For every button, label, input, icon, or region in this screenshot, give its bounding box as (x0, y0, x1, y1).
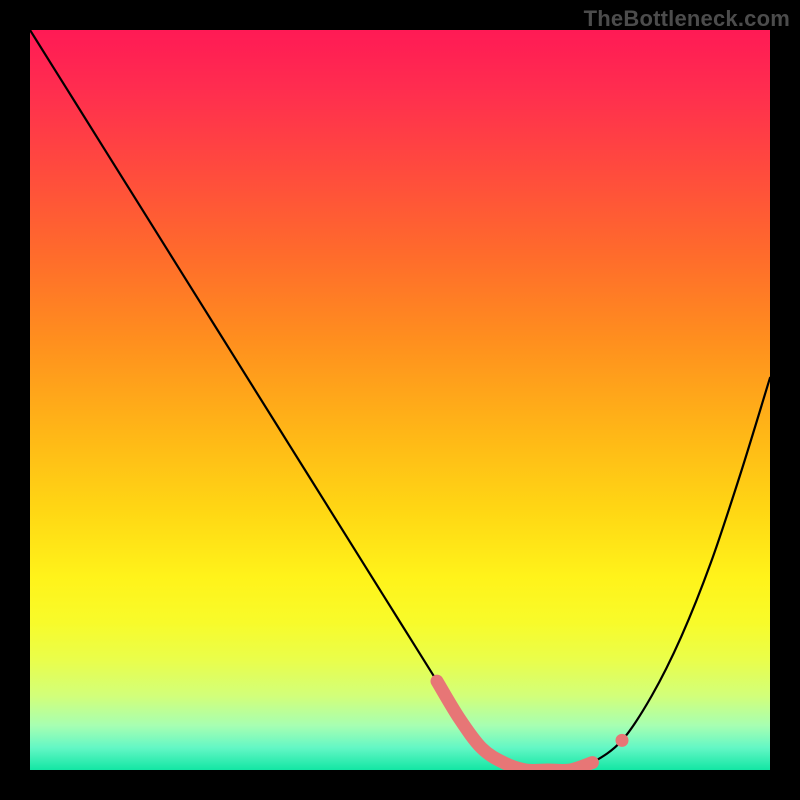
curve-svg (30, 30, 770, 770)
bottleneck-curve (30, 30, 770, 770)
plot-area (30, 30, 770, 770)
highlight-segment (437, 681, 592, 770)
chart-frame: TheBottleneck.com (0, 0, 800, 800)
watermark-text: TheBottleneck.com (584, 6, 790, 32)
highlight-marker-icon (616, 734, 629, 747)
